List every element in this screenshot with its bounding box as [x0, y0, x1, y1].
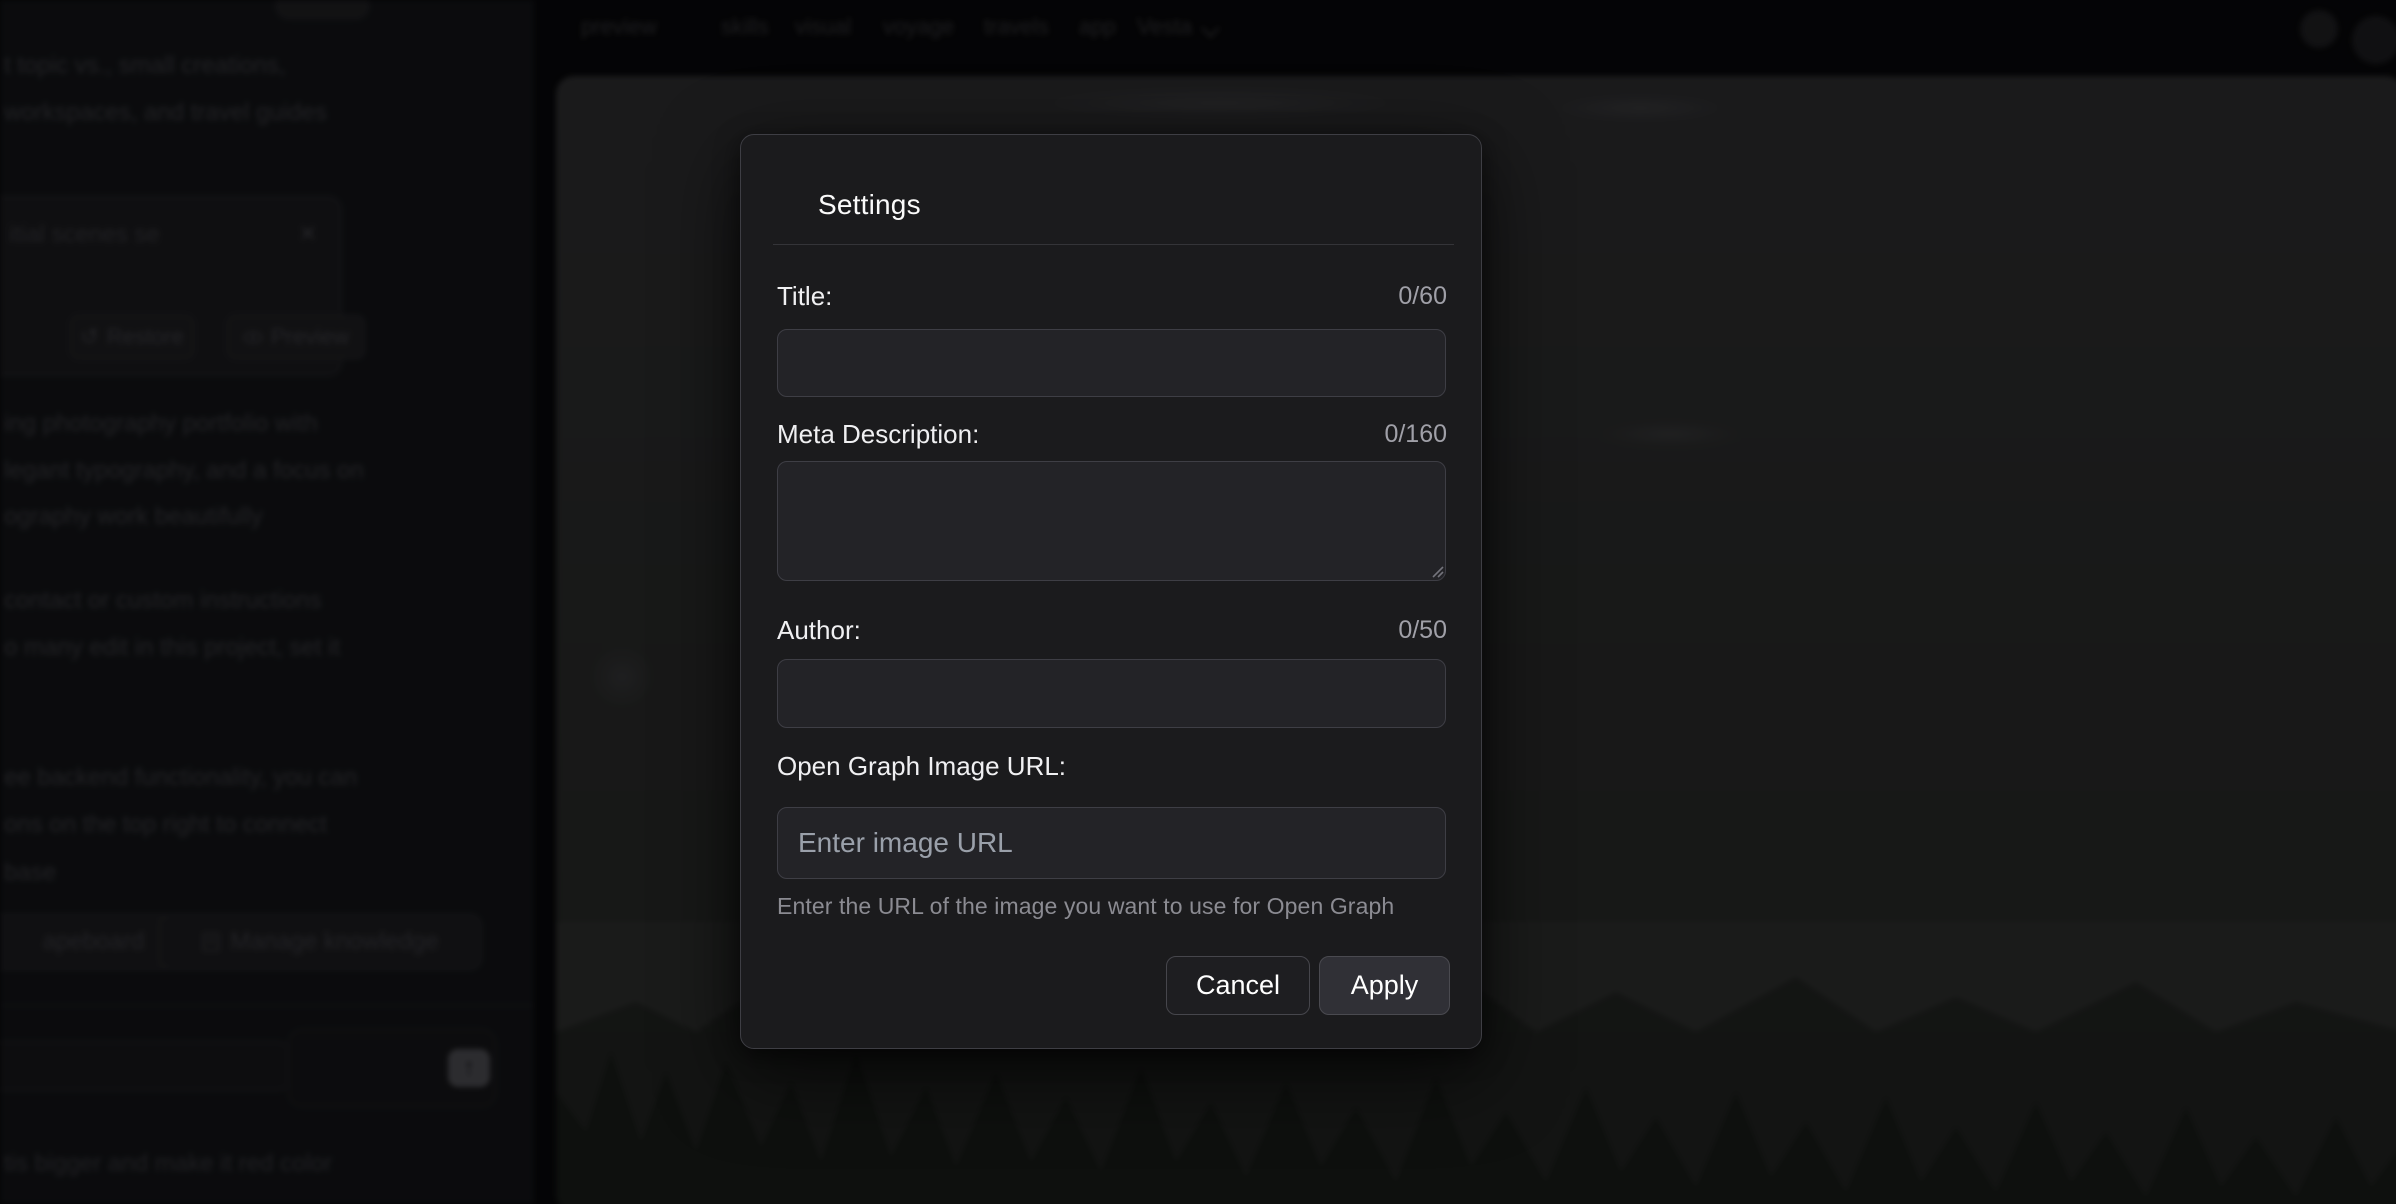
title-input[interactable] [777, 329, 1446, 397]
settings-dialog: Settings Title: 0/60 Meta Description: 0… [740, 134, 1482, 1049]
resize-grip-icon[interactable] [1429, 563, 1445, 579]
meta-description-char-counter: 0/160 [1384, 420, 1447, 449]
og-image-url-helper-text: Enter the URL of the image you want to u… [777, 893, 1453, 920]
title-label: Title: [777, 281, 832, 312]
dialog-divider [773, 244, 1454, 245]
cancel-button[interactable]: Cancel [1166, 956, 1310, 1015]
author-char-counter: 0/50 [1398, 616, 1447, 645]
dialog-title: Settings [818, 189, 921, 221]
app-screen: preview skills visual voyage travels app… [0, 0, 2396, 1204]
meta-description-textarea[interactable] [777, 461, 1446, 581]
author-input[interactable] [777, 659, 1446, 728]
title-char-counter: 0/60 [1398, 282, 1447, 311]
apply-button[interactable]: Apply [1319, 956, 1450, 1015]
author-label: Author: [777, 615, 861, 646]
og-image-url-label: Open Graph Image URL: [777, 751, 1066, 782]
meta-description-label: Meta Description: [777, 419, 979, 450]
og-image-url-input[interactable] [777, 807, 1446, 879]
